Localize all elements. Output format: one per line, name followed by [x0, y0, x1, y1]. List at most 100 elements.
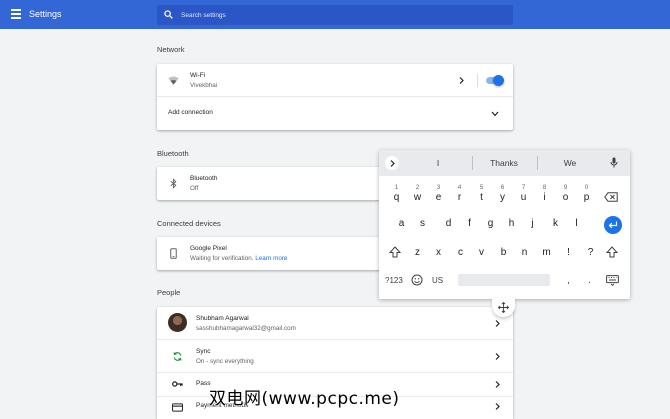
- key-hint: 8: [542, 185, 547, 191]
- keyboard-hide-icon[interactable]: [606, 275, 619, 286]
- chevron-right-icon[interactable]: [495, 320, 500, 327]
- key-period[interactable]: .: [588, 275, 591, 286]
- search-box[interactable]: [157, 5, 513, 25]
- bluetooth-section-title: Bluetooth: [157, 149, 189, 158]
- bluetooth-label: Bluetooth: [190, 175, 218, 182]
- suggestion-1[interactable]: I: [408, 158, 468, 168]
- key-label: t: [480, 192, 483, 203]
- key-icon: [172, 381, 183, 387]
- microphone-icon[interactable]: [610, 157, 618, 168]
- network-card: Wi-Fi Vivekbhai Add connection: [157, 64, 513, 130]
- bluetooth-icon: [170, 178, 177, 189]
- key-label: p: [583, 192, 590, 203]
- chevron-right-icon[interactable]: [495, 381, 500, 388]
- people-section-title: People: [157, 288, 181, 297]
- key-comma[interactable]: ,: [567, 275, 570, 286]
- key-hint: 7: [521, 185, 526, 191]
- key-u[interactable]: 7u: [515, 185, 532, 206]
- sync-label: Sync: [196, 348, 211, 355]
- key-m[interactable]: m: [538, 241, 555, 261]
- key-n[interactable]: n: [516, 241, 533, 261]
- credit-card-icon: [172, 403, 183, 412]
- key-hint: 1: [394, 185, 399, 191]
- key-label: w: [413, 192, 422, 203]
- key-c[interactable]: c: [452, 241, 469, 261]
- wifi-row[interactable]: Wi-Fi Vivekbhai: [157, 64, 513, 97]
- account-row[interactable]: Shubham Agarwal sasshubhamagarwal32@gmai…: [157, 307, 513, 340]
- key-hint: 0: [584, 185, 589, 191]
- sync-row[interactable]: Sync On - sync everything: [157, 340, 513, 373]
- wifi-toggle[interactable]: [486, 75, 504, 86]
- backspace-icon[interactable]: [604, 192, 618, 202]
- move-icon: [498, 302, 509, 313]
- shift-icon[interactable]: [606, 246, 618, 258]
- emoji-icon[interactable]: [411, 274, 423, 286]
- key-k[interactable]: k: [547, 212, 564, 232]
- key-hint: 3: [436, 185, 441, 191]
- key-h[interactable]: h: [503, 212, 520, 232]
- enter-icon: [608, 221, 618, 229]
- connected-devices-section-title: Connected devices: [157, 219, 221, 228]
- key-b[interactable]: b: [495, 241, 512, 261]
- key-a[interactable]: a: [393, 212, 410, 232]
- virtual-keyboard: I Thanks We 1q 2w 3e 4r 5t 6y 7u 8i 9o 0…: [379, 150, 630, 299]
- key-w[interactable]: 2w: [409, 185, 426, 206]
- key-d[interactable]: d: [440, 212, 457, 232]
- space-bar[interactable]: [458, 274, 550, 286]
- suggestion-2[interactable]: Thanks: [474, 158, 534, 168]
- wifi-network-name: Vivekbhai: [190, 82, 218, 89]
- user-name: Shubham Agarwal: [196, 315, 249, 322]
- key-i[interactable]: 8i: [536, 185, 553, 206]
- key-question[interactable]: ?: [582, 241, 599, 261]
- add-connection-row[interactable]: Add connection: [157, 97, 513, 130]
- key-z[interactable]: z: [409, 241, 426, 261]
- language-key[interactable]: US: [432, 276, 443, 285]
- expand-suggestions-button[interactable]: [385, 156, 399, 170]
- key-y[interactable]: 6y: [494, 185, 511, 206]
- chevron-right-icon[interactable]: [459, 77, 464, 84]
- key-exclamation[interactable]: !: [560, 241, 577, 261]
- device-status-text: Waiting for verification.: [190, 255, 254, 262]
- key-t[interactable]: 5t: [473, 185, 490, 206]
- key-label: y: [500, 192, 505, 203]
- key-label: e: [435, 192, 442, 203]
- key-j[interactable]: j: [524, 212, 541, 232]
- key-e[interactable]: 3e: [430, 185, 447, 206]
- key-q[interactable]: 1q: [388, 185, 405, 206]
- suggestion-divider: [537, 156, 538, 170]
- top-bar: Settings: [0, 0, 670, 29]
- user-email: sasshubhamagarwal32@gmail.com: [196, 325, 296, 332]
- add-connection-label: Add connection: [168, 109, 213, 116]
- key-f[interactable]: f: [461, 212, 478, 232]
- learn-more-link[interactable]: Learn more: [255, 255, 287, 262]
- shift-icon[interactable]: [389, 246, 401, 258]
- device-status: Waiting for verification. Learn more: [190, 255, 287, 262]
- bluetooth-status: Off: [190, 185, 199, 192]
- key-label: u: [520, 192, 527, 203]
- key-v[interactable]: v: [473, 241, 490, 261]
- sync-status: On - sync everything: [196, 358, 254, 365]
- app-title: Settings: [29, 9, 62, 19]
- key-r[interactable]: 4r: [451, 185, 468, 206]
- key-x[interactable]: x: [430, 241, 447, 261]
- symbols-key[interactable]: ?123: [385, 276, 403, 285]
- menu-icon[interactable]: [11, 9, 21, 19]
- key-label: i: [543, 192, 546, 203]
- device-name: Google Pixel: [190, 245, 227, 252]
- enter-button[interactable]: [604, 216, 622, 234]
- search-icon: [164, 10, 173, 19]
- sync-icon: [173, 352, 182, 361]
- chevron-down-icon[interactable]: [491, 111, 499, 117]
- key-s[interactable]: s: [414, 212, 431, 232]
- key-p[interactable]: 0p: [578, 185, 595, 206]
- search-input[interactable]: [181, 5, 501, 25]
- key-o[interactable]: 9o: [557, 185, 574, 206]
- key-g[interactable]: g: [482, 212, 499, 232]
- phone-icon: [170, 248, 177, 259]
- suggestion-3[interactable]: We: [540, 158, 600, 168]
- key-l[interactable]: l: [568, 212, 585, 232]
- chevron-right-icon[interactable]: [495, 403, 500, 410]
- chevron-right-icon[interactable]: [495, 353, 500, 360]
- key-hint: 5: [479, 185, 484, 191]
- row-divider: [477, 74, 478, 87]
